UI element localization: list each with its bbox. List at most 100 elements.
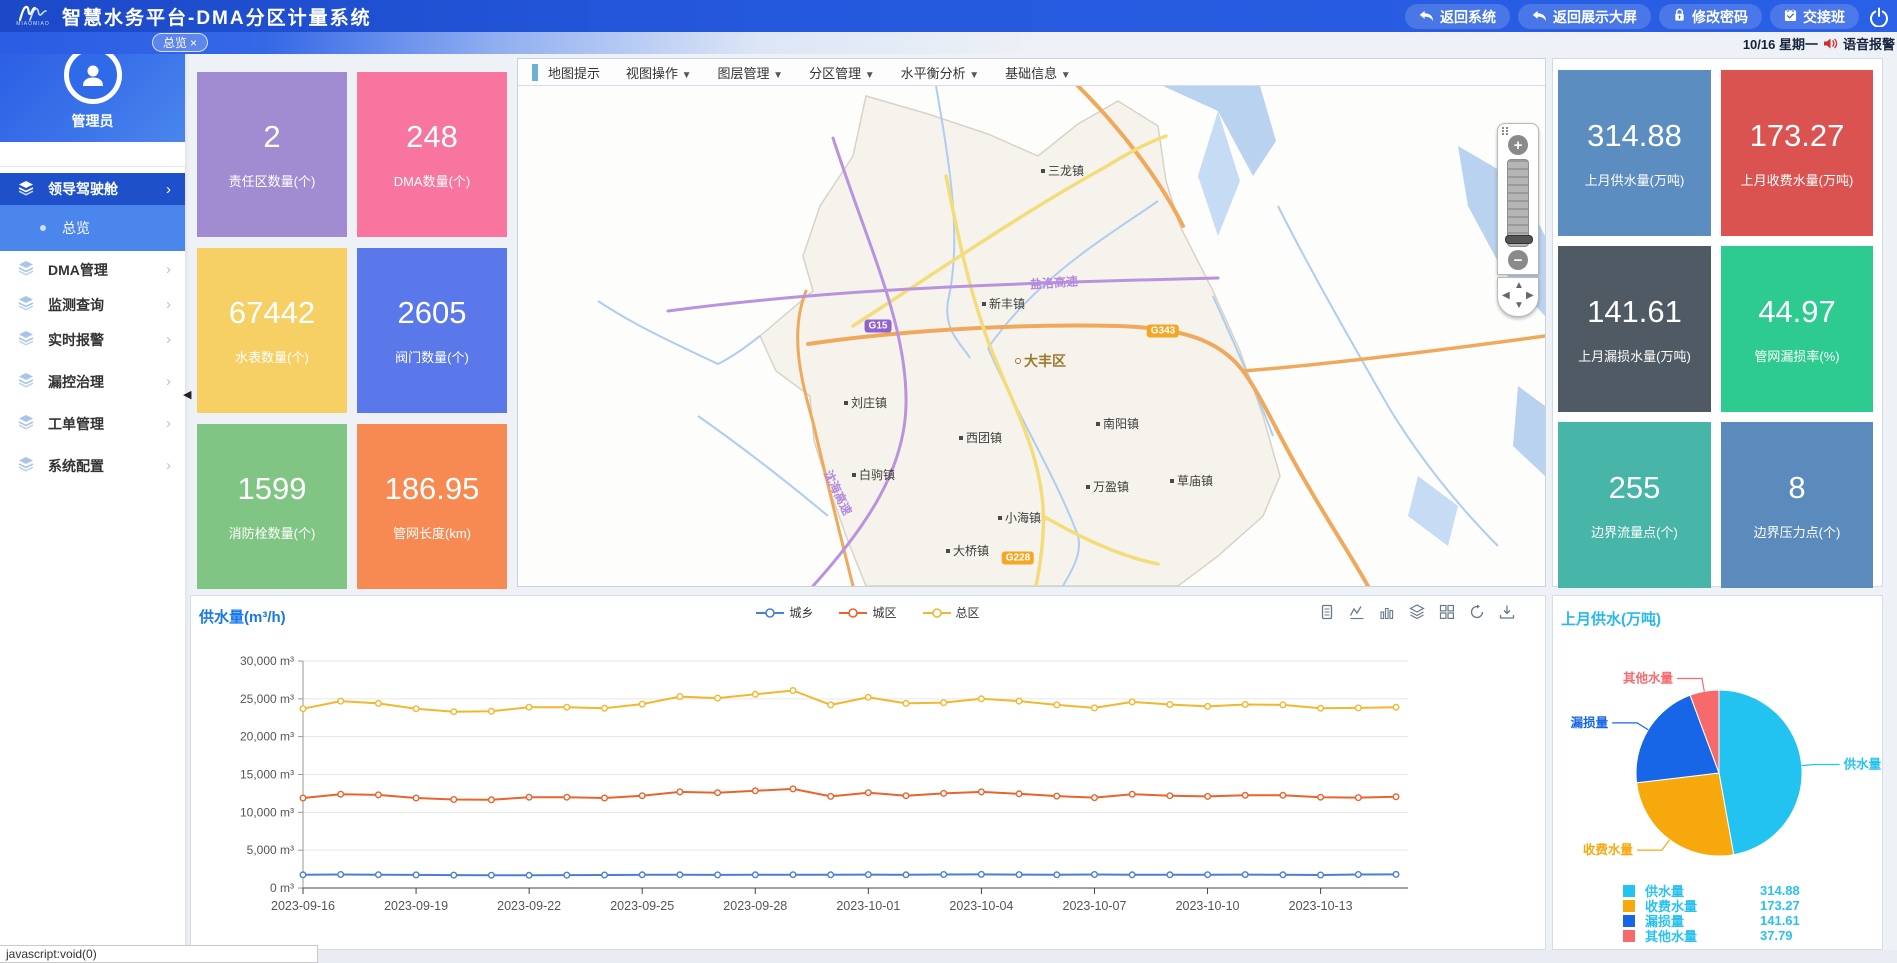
map-canvas[interactable]: 三龙镇新丰镇大丰区刘庄镇西团镇南阳镇白驹镇万盈镇草庙镇小海镇大桥镇G15G343… [518, 86, 1545, 586]
svg-text:2023-09-22: 2023-09-22 [497, 899, 561, 913]
map-tool-3[interactable]: 图层管理 ▼ [718, 63, 784, 82]
map-tool-4[interactable]: 分区管理 ▼ [809, 63, 875, 82]
zoom-grid-icon[interactable] [1502, 127, 1509, 135]
caret-down-icon: ▼ [682, 70, 692, 81]
sidebar-item-5[interactable]: 漏控治理› [0, 365, 185, 398]
left-card-6[interactable]: 186.95管网长度(km) [357, 424, 507, 589]
svg-text:2023-10-13: 2023-10-13 [1289, 899, 1353, 913]
zoom-slider-thumb[interactable] [1505, 235, 1533, 244]
line-chart[interactable]: 0 m³5,000 m³10,000 m³15,000 m³20,000 m³2… [191, 626, 1545, 951]
dashboard-root: MIAOMIAO 智慧水务平台-DMA分区计量系统 返回系统返回展示大屏修改密码… [0, 0, 1897, 963]
left-card-3[interactable]: 67442水表数量(个) [197, 248, 347, 413]
right-card-6[interactable]: 8边界压力点(个) [1721, 422, 1873, 588]
tab-overview[interactable]: 总览× [152, 33, 208, 52]
pan-up-icon[interactable]: ▲ [1514, 280, 1524, 291]
pan-right-icon[interactable]: ▶ [1526, 290, 1534, 301]
right-card-2[interactable]: 173.27上月收费水量(万吨) [1721, 70, 1873, 236]
layers-icon [0, 295, 48, 314]
avatar[interactable] [64, 46, 122, 104]
svg-text:2023-10-01: 2023-10-01 [836, 899, 900, 913]
card-label: 阀门数量(个) [395, 347, 469, 366]
header-button-2[interactable]: 返回展示大屏 [1518, 4, 1651, 29]
map-town-label: 白驹镇 [852, 466, 895, 483]
legend-item-城乡[interactable]: 城乡 [756, 604, 813, 621]
left-card-4[interactable]: 2605阀门数量(个) [357, 248, 507, 413]
svg-text:0 m³: 0 m³ [270, 881, 294, 895]
power-icon [1869, 7, 1889, 27]
map-marker-icon [852, 473, 856, 477]
sidebar-item-7[interactable]: 系统配置› [0, 449, 185, 482]
calendar-icon [1784, 8, 1797, 25]
zoom-slider[interactable] [1507, 159, 1529, 247]
zoom-out-button[interactable]: − [1508, 250, 1528, 270]
pie-legend-item-其他水量[interactable]: 其他水量37.79 [1623, 928, 1800, 943]
bullet-icon [40, 225, 46, 231]
right-card-3[interactable]: 141.61上月漏损水量(万吨) [1558, 246, 1711, 412]
pan-down-icon[interactable]: ▼ [1514, 300, 1524, 311]
zoom-in-button[interactable]: + [1508, 135, 1528, 155]
svg-text:供水量: 供水量 [1843, 757, 1882, 772]
restore-icon[interactable] [1469, 604, 1485, 625]
card-label: DMA数量(个) [394, 171, 471, 190]
stack-icon[interactable] [1409, 604, 1425, 625]
header-button-4[interactable]: 交接班 [1770, 4, 1859, 29]
voice-alarm-label[interactable]: 语音报警 [1843, 34, 1895, 53]
road-badge-G343: G343 [1147, 325, 1179, 338]
header-button-3[interactable]: 修改密码 [1659, 4, 1762, 29]
status-link-text: javascript:void(0) [6, 947, 97, 961]
svg-text:10,000 m³: 10,000 m³ [240, 805, 294, 819]
tiled-icon[interactable] [1439, 604, 1455, 625]
sidebar-subitem-overview[interactable]: 总览 [0, 205, 185, 251]
sidebar-item-label: DMA管理 [48, 260, 108, 280]
map-panel: 地图提示 视图操作 ▼ 图层管理 ▼ 分区管理 ▼ 水平衡分析 ▼ 基础信息 ▼ [517, 58, 1546, 587]
left-card-2[interactable]: 248DMA数量(个) [357, 72, 507, 237]
svg-text:25,000 m³: 25,000 m³ [240, 692, 294, 706]
data-view-icon[interactable] [1319, 604, 1335, 625]
lock-icon [1673, 8, 1686, 25]
chevron-right-icon: › [166, 181, 171, 198]
sidebar-item-3[interactable]: 监测查询› [0, 288, 185, 321]
right-card-1[interactable]: 314.88上月供水量(万吨) [1558, 70, 1711, 236]
sidebar-item-4[interactable]: 实时报警› [0, 323, 185, 356]
legend-marker-icon [839, 607, 867, 619]
card-label: 上月漏损水量(万吨) [1578, 346, 1691, 365]
left-card-1[interactable]: 2责任区数量(个) [197, 72, 347, 237]
legend-label: 总区 [956, 604, 980, 621]
pan-left-icon[interactable]: ◀ [1502, 290, 1510, 301]
date-label: 10/16 星期一 [1743, 34, 1818, 53]
map-tool-6[interactable]: 基础信息 ▼ [1005, 63, 1071, 82]
map-tool-2[interactable]: 视图操作 ▼ [626, 63, 692, 82]
card-value: 44.97 [1758, 294, 1836, 330]
pie-chart[interactable]: 供水量收费水量漏损量其他水量 [1553, 626, 1884, 896]
speaker-icon[interactable] [1823, 37, 1838, 50]
card-value: 186.95 [385, 471, 480, 507]
card-label: 责任区数量(个) [229, 171, 316, 190]
svg-text:5,000 m³: 5,000 m³ [247, 843, 294, 857]
left-card-5[interactable]: 1599消防栓数量(个) [197, 424, 347, 589]
right-card-4[interactable]: 44.97管网漏损率(%) [1721, 246, 1873, 412]
tab-close-icon[interactable]: × [190, 36, 197, 50]
sidebar-item-1[interactable]: 领导驾驶舱› [0, 173, 185, 205]
sidebar-collapse-icon[interactable]: ◀ [183, 388, 191, 401]
svg-text:2023-10-07: 2023-10-07 [1063, 899, 1127, 913]
map-town-label: 新丰镇 [982, 295, 1025, 312]
layers-icon [0, 372, 48, 391]
header-button-1[interactable]: 返回系统 [1405, 4, 1510, 29]
bar-chart-icon[interactable] [1379, 604, 1395, 625]
sidebar-item-label: 漏控治理 [48, 372, 104, 392]
download-icon[interactable] [1499, 604, 1515, 625]
legend-item-城区[interactable]: 城区 [839, 604, 896, 621]
map-marker-icon [1015, 358, 1021, 364]
road-badge-G15: G15 [865, 320, 892, 333]
highway-label: 盐洛高速 [1029, 272, 1078, 292]
legend-item-总区[interactable]: 总区 [923, 604, 980, 621]
svg-text:2023-09-28: 2023-09-28 [723, 899, 787, 913]
sidebar-item-2[interactable]: DMA管理› [0, 253, 185, 286]
svg-text:15,000 m³: 15,000 m³ [240, 768, 294, 782]
map-tool-5[interactable]: 水平衡分析 ▼ [901, 63, 980, 82]
map-tool-1[interactable]: 地图提示 [548, 63, 600, 82]
line-chart-icon[interactable] [1349, 604, 1365, 625]
power-button[interactable] [1867, 5, 1891, 29]
sidebar-item-6[interactable]: 工单管理› [0, 407, 185, 440]
right-card-5[interactable]: 255边界流量点(个) [1558, 422, 1711, 588]
